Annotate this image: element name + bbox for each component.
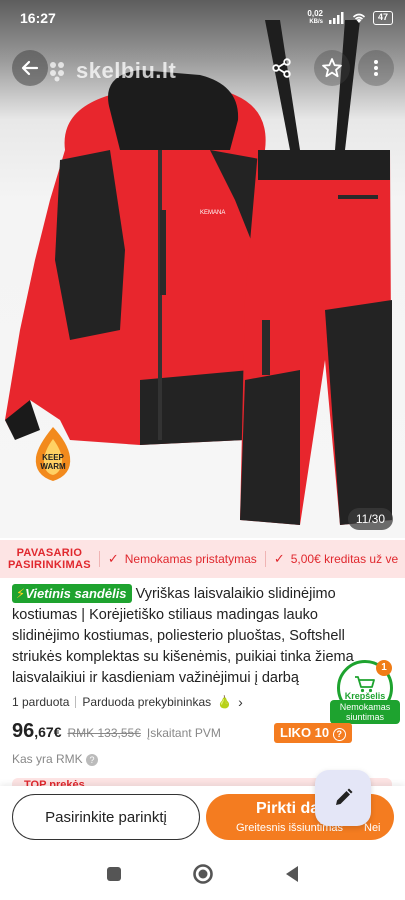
title-line: laisvalaikiui ir kasdieniam važinėjimui … (12, 670, 299, 686)
buy-now-sublabel-2: Nei (364, 822, 381, 834)
skelbiu-logo-icon (50, 62, 64, 82)
battery-indicator: 47 (372, 11, 393, 25)
recent-apps-button[interactable] (106, 866, 122, 887)
logo-text: skelbiu.lt (76, 58, 177, 83)
top-toolbar: skelbiu.lt (0, 44, 405, 92)
status-icons: 0,02 KB/s 47 (307, 9, 393, 27)
system-nav-bar (0, 852, 405, 900)
divider (75, 696, 77, 708)
promo-title: PAVASARIO PASIRINKIMAS (0, 547, 99, 571)
promo-strip[interactable]: PAVASARIO PASIRINKIMAS ✓ Nemokamas prist… (0, 540, 405, 578)
network-speed-value: 0,02 (307, 9, 323, 18)
buy-now-label: Pirkti da (256, 800, 320, 817)
favorite-button[interactable] (314, 50, 350, 86)
price-row: 96,67€ RMK 133,55€ Įskaitant PVM (12, 720, 221, 743)
edit-fab-button[interactable] (315, 770, 371, 826)
promo-item-label: Nemokamas pristatymas (124, 552, 257, 566)
more-vertical-icon (374, 60, 378, 76)
title-line: slidinėjimo kostiumas, poliesterio pluoš… (12, 628, 345, 644)
promo-credit: ✓ 5,00€ kreditas už ve (264, 551, 405, 567)
status-time: 16:27 (20, 10, 56, 26)
image-counter: 11/30 (347, 508, 393, 530)
keep-warm-text-2: WARM (40, 462, 66, 471)
seller-badge-icon: 🍐 (217, 695, 233, 709)
svg-text:KEMANA: KEMANA (200, 210, 225, 216)
more-button[interactable] (358, 50, 394, 86)
check-icon: ✓ (273, 551, 285, 566)
title-line: kostiumas | Korėjietiško stiliaus mading… (12, 607, 318, 623)
seller-label: Parduoda prekybininkas (82, 695, 212, 709)
current-price: 96,67€ (12, 720, 62, 743)
star-icon (322, 58, 342, 78)
share-icon (272, 58, 291, 78)
keep-warm-text-1: KEEP (42, 453, 64, 462)
local-warehouse-badge: ⚡Vietinis sandėlis (12, 584, 132, 603)
keep-warm-badge: KEEP WARM (28, 425, 78, 483)
select-options-label: Pasirinkite parinktį (45, 808, 167, 826)
select-options-button[interactable]: Pasirinkite parinktį (12, 794, 200, 840)
signal-icon (328, 12, 344, 24)
back-button[interactable] (12, 50, 48, 86)
triangle-back-icon (285, 865, 298, 882)
promo-free-shipping: ✓ Nemokamas pristatymas (98, 551, 265, 567)
price-integer: 96 (12, 720, 35, 742)
info-icon: ? (332, 728, 346, 741)
title-line: striukės komplektas su kišenėmis, puikia… (12, 649, 354, 665)
network-speed-unit: KB/s (309, 19, 323, 25)
rmk-help-link[interactable]: Kas yra RMK ? (12, 752, 99, 766)
status-bar: 16:27 0,02 KB/s 47 (0, 0, 405, 36)
warehouse-badge-label: Vietinis sandėlis (25, 586, 127, 601)
arrow-left-icon (21, 60, 39, 76)
sold-count: 1 parduota (12, 695, 70, 709)
nav-back-button[interactable] (284, 865, 300, 888)
vat-note: Įskaitant PVM (146, 726, 221, 740)
old-price: RMK 133,55€ (67, 726, 141, 740)
title-line: Vyriškas laisvalaikio slidinėjimo (135, 586, 336, 602)
promo-title-line2: PASIRINKIMAS (8, 559, 91, 571)
share-button[interactable] (264, 50, 300, 86)
check-icon: ✓ (107, 551, 119, 566)
stock-badge[interactable]: LIKO 10 ? (274, 723, 352, 743)
chevron-right-icon: › (238, 694, 243, 710)
cart-count-badge: 1 (376, 660, 392, 676)
wifi-icon (352, 13, 366, 23)
screen: KEMANA KEEP WARM 11/30 16:27 0,02 KB/s 4… (0, 0, 405, 900)
stock-label: LIKO 10 (280, 725, 330, 740)
cart-floating-button[interactable]: Krepšelis 1 Nemokamas siuntimas (330, 660, 400, 724)
rmk-question: Kas yra RMK (12, 752, 83, 766)
circle-icon (192, 863, 213, 884)
promo-title-line1: PAVASARIO (16, 547, 83, 559)
pencil-icon (336, 788, 353, 805)
square-icon (106, 866, 121, 881)
help-icon: ? (86, 754, 99, 766)
lightning-icon: ⚡ (16, 586, 26, 601)
seller-info-row[interactable]: 1 parduota Parduoda prekybininkas 🍐 › (12, 694, 243, 710)
cart-shipping-note: Nemokamas siuntimas (330, 700, 400, 724)
home-button[interactable] (192, 863, 214, 890)
promo-item-label: 5,00€ kreditas už ve (290, 552, 399, 566)
skelbiu-logo: skelbiu.lt (48, 58, 176, 84)
price-decimal: ,67€ (34, 724, 62, 740)
network-speed: 0,02 KB/s (307, 9, 323, 27)
